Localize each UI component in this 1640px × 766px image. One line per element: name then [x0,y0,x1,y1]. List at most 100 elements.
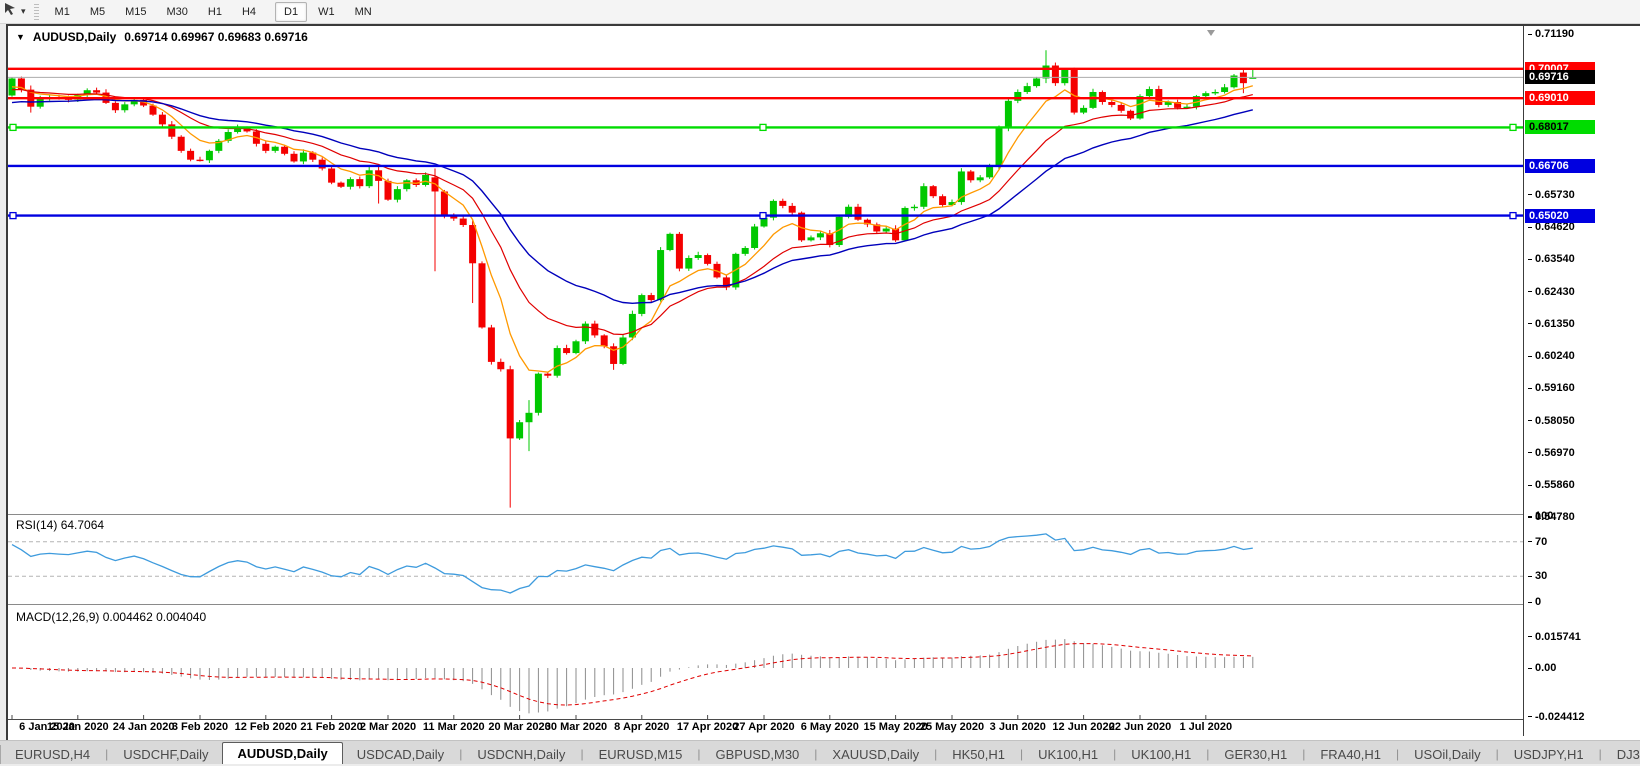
axis-tick-mark [1528,258,1532,260]
current-price-tag: 0.69716 [1525,70,1595,85]
timeframe-button-H1[interactable]: H1 [199,2,231,22]
axis-tick-mark [1528,575,1532,577]
chart-tab-uk100-h1[interactable]: UK100,H1 [1117,745,1205,764]
timeframe-button-D1[interactable]: D1 [275,1,308,22]
chart-tab-dj30-m15[interactable]: DJ30,M15 [1603,745,1640,764]
date-axis-label: 12 Feb 2020 [234,721,297,733]
price-tag: 0.69010 [1525,91,1595,106]
timeframe-button-group: M1 M5 M15 M30 H1 H4 D1 W1 MN [45,1,390,22]
price-axis-label: 0.71190 [1528,27,1574,41]
chart-tab-eurusd-m15[interactable]: EURUSD,M15 [585,745,697,764]
date-axis-label: 1 Jul 2020 [1179,721,1233,733]
chart-tab-gbpusd-m30[interactable]: GBPUSD,M30 [701,745,813,764]
timeframe-button-M5[interactable]: M5 [81,2,114,22]
rsi-pane [8,533,1523,594]
chart-tab-uk100-h1[interactable]: UK100,H1 [1024,745,1112,764]
price-tag: 0.66706 [1525,158,1595,173]
date-axis-label: 8 Apr 2020 [614,721,670,733]
axis-tick-mark [1528,323,1532,325]
axis-tick-mark [1528,387,1532,389]
timeframe-button-M15[interactable]: M15 [116,2,155,22]
timeframe-button-H4[interactable]: H4 [233,2,265,22]
price-axis-label: 0.65730 [1528,188,1575,202]
macd-axis-label: 0.015741 [1528,630,1581,644]
date-axis-label: 15 Jan 2020 [46,721,109,733]
chart-tab-audusd-daily[interactable]: AUDUSD,Daily [222,742,343,764]
rsi-value: 64.7064 [60,518,105,532]
price-axis-label: 0.63540 [1528,252,1575,266]
rsi-axis-label: 30 [1528,569,1547,583]
chart-tab-ger30-h1[interactable]: GER30,H1 [1210,745,1301,764]
axis-tick-mark [1528,484,1532,486]
date-axis-label: 2 Mar 2020 [359,721,417,733]
axis-tick-mark [1528,33,1532,35]
macd-indicator-label: MACD(12,26,9) 0.004462 0.004040 [16,610,206,624]
date-axis-label: 30 Mar 2020 [544,721,608,733]
price-axis-label: 0.59160 [1528,381,1575,395]
cursor-tool-button[interactable]: ▾ [0,2,32,22]
price-axis-label: 0.61350 [1528,317,1575,331]
timeframe-button-MN[interactable]: MN [346,2,381,22]
macd-axis-label: -0.024412 [1528,710,1585,724]
date-axis-label: 6 May 2020 [800,721,859,733]
autoscroll-marker [1207,30,1215,36]
dropdown-caret-icon: ▾ [21,6,26,16]
chart-tab-fra40-h1[interactable]: FRA40,H1 [1306,745,1395,764]
rsi-axis-label: 100 [1528,509,1553,523]
cursor-tool-icon [4,2,18,21]
chart-tab-usdcad-daily[interactable]: USDCAD,Daily [343,745,458,764]
price-tag: 0.68017 [1525,120,1595,135]
macd-axis-label: 0.00 [1528,661,1556,675]
price-axis-label: 0.62430 [1528,285,1575,299]
date-axis[interactable]: 6 Jan 2020 15 Jan 2020 24 Jan 2020 3 Feb 20… [8,720,1523,736]
date-axis-label: 22 Jun 2020 [1108,721,1172,733]
axis-tick-mark [1528,452,1532,454]
date-axis-label: 3 Jun 2020 [989,721,1046,733]
axis-tick-mark [1528,291,1532,293]
rsi-line [11,533,1253,594]
macd-name: MACD(12,26,9) [16,610,100,624]
candlestick-series [8,50,1257,508]
price-axis-label: 0.58050 [1528,414,1575,428]
axis-tick-mark [1528,667,1532,669]
tab-list: EURUSD,H4 | USDCHF,Daily AUDUSD,Daily USDCAD… [1,742,1640,764]
chart-tab-usdjpy-h1[interactable]: USDJPY,H1 [1500,745,1598,764]
price-axis-label: 0.56970 [1528,446,1575,460]
timeframe-button-M30[interactable]: M30 [158,2,197,22]
chart-symbol-label: AUDUSD,Daily [32,30,117,44]
date-axis-label: 11 Mar 2020 [422,721,485,733]
chart-tab-hk50-h1[interactable]: HK50,H1 [938,745,1019,764]
chart-canvas[interactable] [8,26,1523,720]
date-axis-label: 25 May 2020 [919,721,985,733]
chart-tab-usdcnh-daily[interactable]: USDCNH,Daily [463,745,579,764]
rsi-name: RSI(14) [16,518,58,532]
chart-tab-xauusd-daily[interactable]: XAUUSD,Daily [818,745,933,764]
chart-tab-eurusd-h4[interactable]: EURUSD,H4 [1,745,104,764]
chart-tab-usoil-daily[interactable]: USOil,Daily [1400,745,1494,764]
timeframe-button-M1[interactable]: M1 [46,2,79,22]
axis-tick-mark [1528,515,1532,517]
macd-pane [11,639,1254,714]
axis-tick-mark [1528,541,1532,543]
rsi-axis-label: 0 [1528,595,1541,609]
toolbar: ▾ M1 M5 M15 M30 H1 H4 D1 W1 MN [0,0,1640,24]
chart-dropdown-icon[interactable]: ▼ [16,32,25,42]
chart-title: ▼ AUDUSD,Daily 0.69714 0.69967 0.69683 0… [16,30,308,44]
axis-tick-mark [1528,716,1532,718]
axis-tick-mark [1528,226,1532,228]
axis-tick-mark [1528,601,1532,603]
rsi-indicator-label: RSI(14) 64.7064 [16,518,104,532]
chart-window: ▼ AUDUSD,Daily 0.69714 0.69967 0.69683 0… [6,24,1640,742]
price-tag: 0.65020 [1525,208,1595,223]
rsi-axis-label: 70 [1528,535,1547,549]
price-axis-label: 0.60240 [1528,349,1575,363]
chart-tab-usdchf-daily[interactable]: USDCHF,Daily [109,745,222,764]
horizontal-price-lines [8,67,1523,220]
price-axis[interactable]: 0.71190 0.65730 0.64620 0.63540 0.62430 0.613… [1523,26,1637,736]
axis-tick-mark [1528,194,1532,196]
chart-tab-bar: EURUSD,H4 | USDCHF,Daily AUDUSD,Daily USDCAD… [0,740,1640,764]
timeframe-button-W1[interactable]: W1 [309,2,344,22]
toolbar-grip [33,3,39,20]
price-axis-label: 0.55860 [1528,478,1575,492]
axis-tick-mark [1528,355,1532,357]
